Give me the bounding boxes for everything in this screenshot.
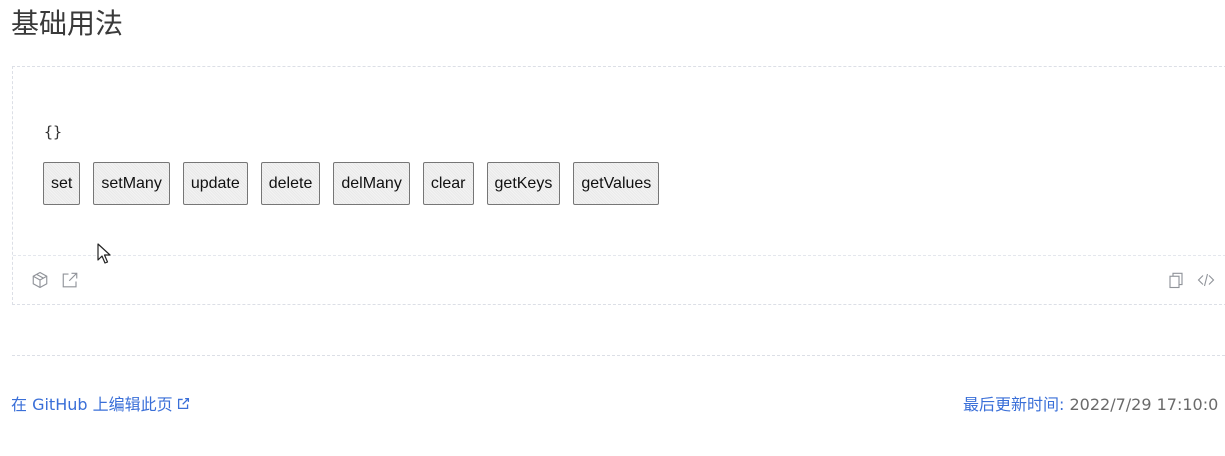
page-title: 基础用法: [11, 7, 124, 40]
footer-divider: [12, 355, 1225, 356]
demo-container: {} set setMany update delete delMany cle…: [12, 66, 1225, 305]
mouse-cursor-icon: [97, 243, 111, 264]
last-updated-label: 最后更新时间:: [963, 395, 1065, 414]
button-row: set setMany update delete delMany clear …: [43, 162, 660, 205]
del-many-button[interactable]: delMany: [333, 162, 410, 205]
delete-button[interactable]: delete: [260, 162, 321, 205]
last-updated: 最后更新时间: 2022/7/29 17:10:0: [963, 391, 1218, 415]
set-many-button[interactable]: setMany: [93, 162, 170, 205]
last-updated-value: 2022/7/29 17:10:0: [1069, 395, 1219, 414]
external-link-icon[interactable]: [60, 270, 80, 290]
edit-on-github-link[interactable]: 在 GitHub 上编辑此页: [11, 391, 190, 415]
update-button[interactable]: update: [182, 162, 248, 205]
get-values-button[interactable]: getValues: [573, 162, 660, 205]
edit-link-label: 在 GitHub 上编辑此页: [11, 395, 173, 414]
demo-output: {}: [44, 123, 63, 141]
get-keys-button[interactable]: getKeys: [486, 162, 561, 205]
set-button[interactable]: set: [43, 162, 81, 205]
copy-icon[interactable]: [1166, 270, 1186, 290]
demo-toolbar: [13, 255, 1225, 305]
clear-button[interactable]: clear: [422, 162, 474, 205]
codesandbox-icon[interactable]: [30, 270, 50, 290]
code-icon[interactable]: [1196, 270, 1216, 290]
external-link-icon: [177, 397, 189, 409]
